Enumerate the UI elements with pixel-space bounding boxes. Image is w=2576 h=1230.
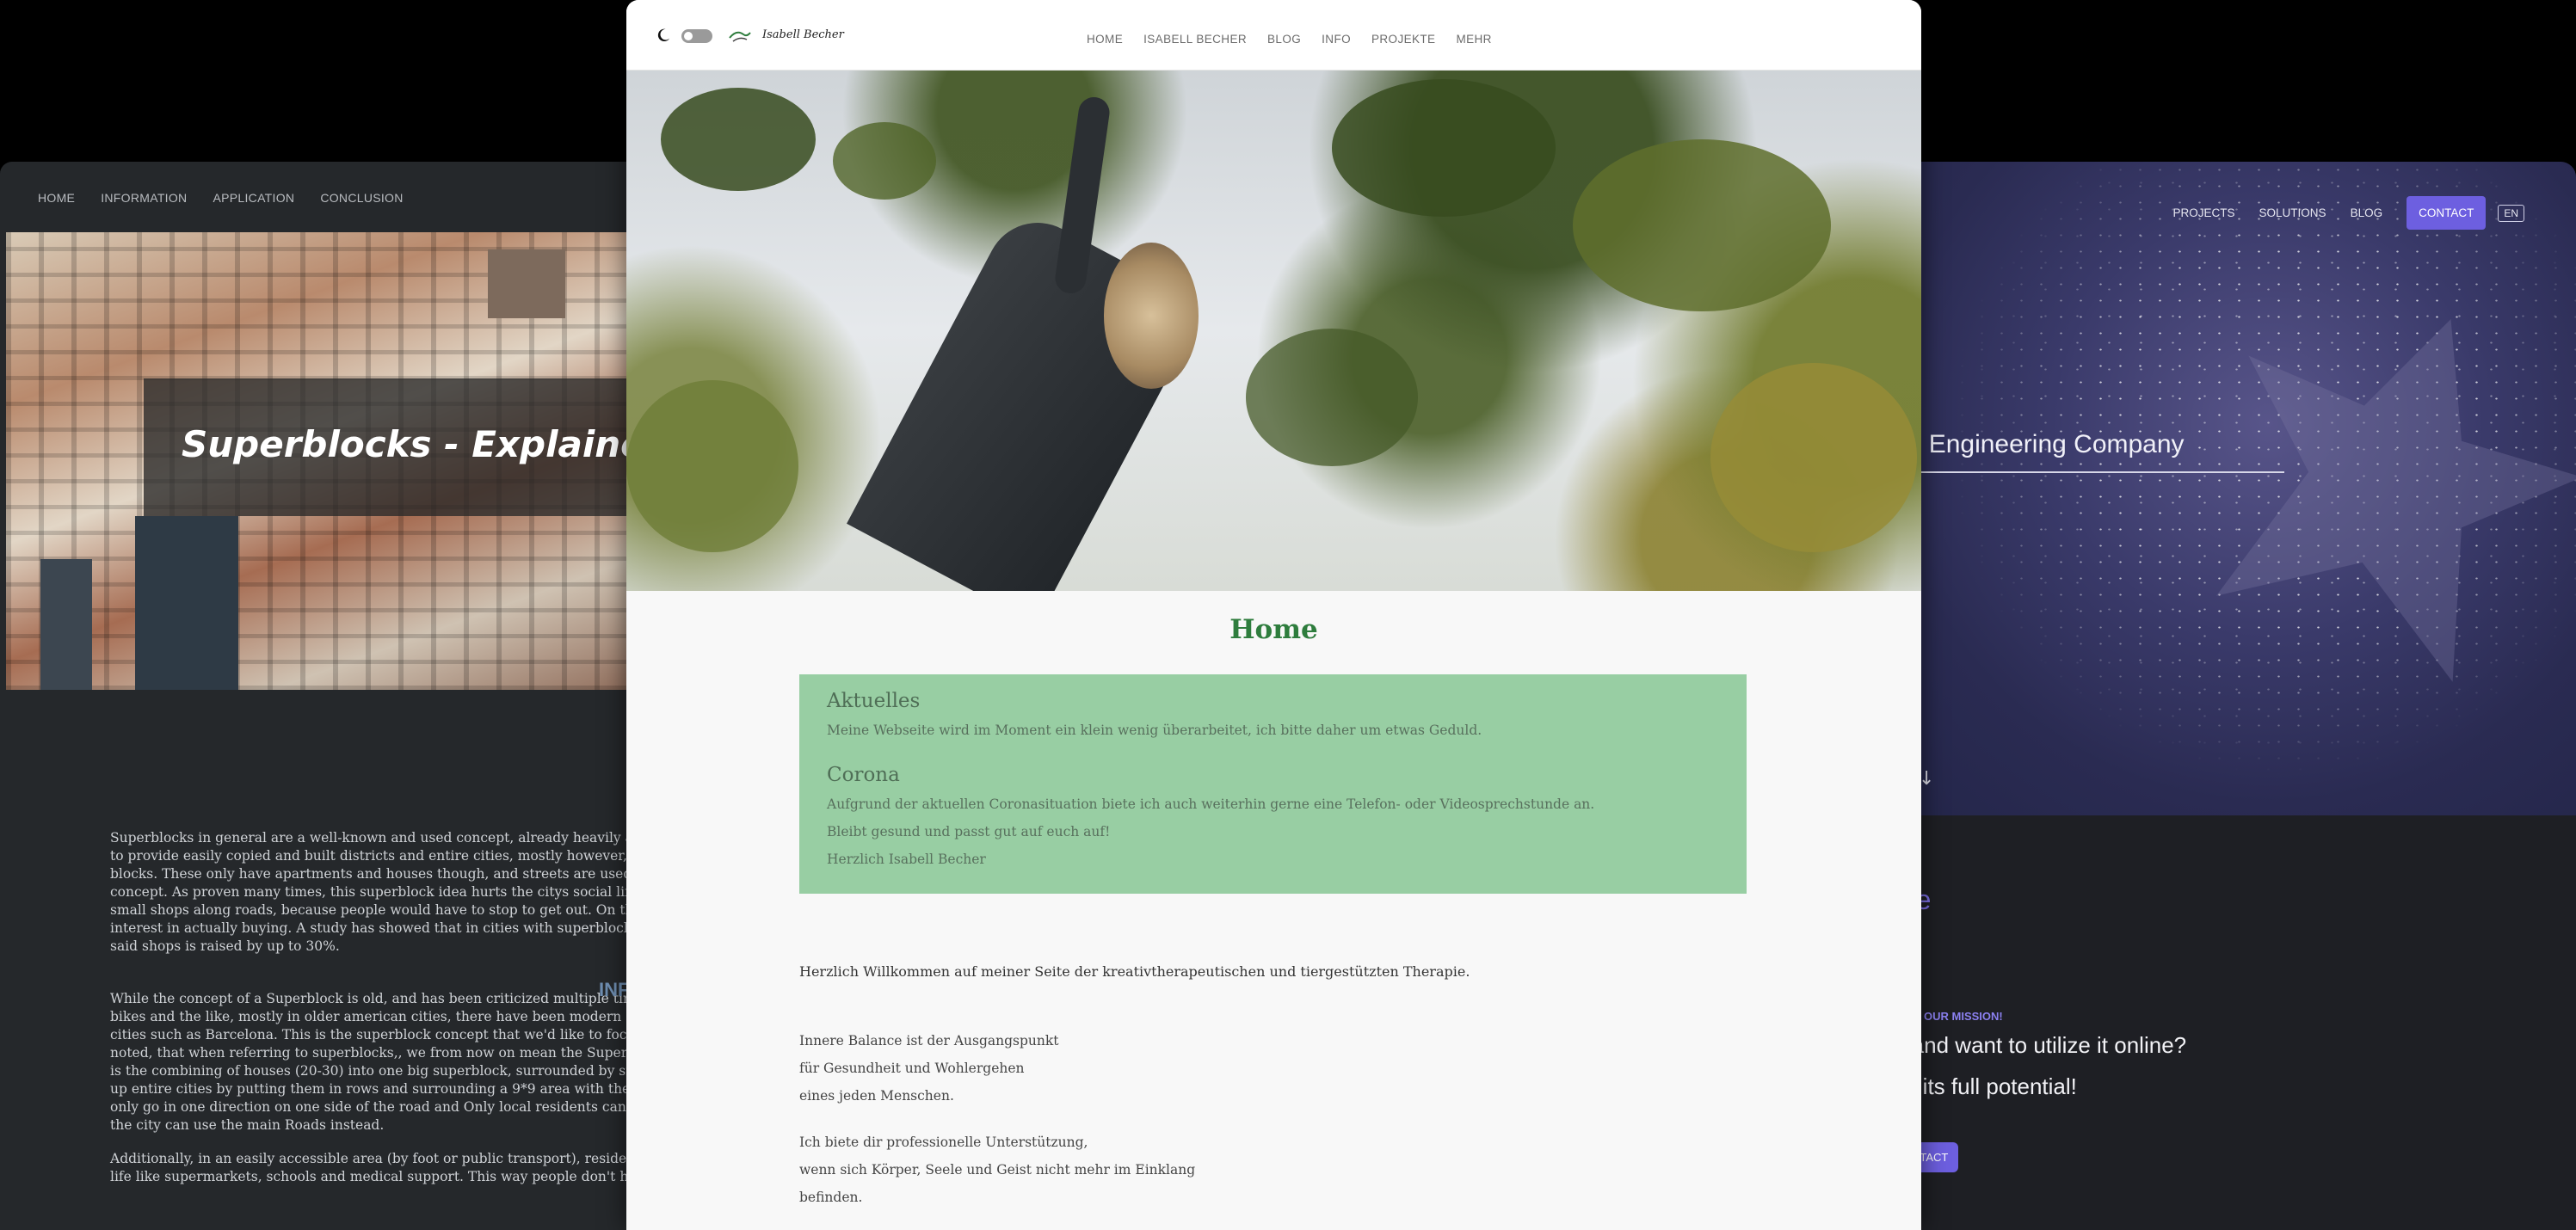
nav-info[interactable]: INFO xyxy=(1322,33,1351,46)
right-hero-title: eb Engineering Company xyxy=(1893,430,2185,458)
left-nav-information[interactable]: INFORMATION xyxy=(101,191,187,205)
left-nav: HOME INFORMATION APPLICATION CONCLUSION xyxy=(38,191,404,205)
dark-mode-toggle[interactable] xyxy=(681,29,712,43)
nav-isabell-becher[interactable]: ISABELL BECHER xyxy=(1143,33,1247,46)
left-paragraph: While the concept of a Superblock is old… xyxy=(110,991,654,1133)
left-paragraph: Additionally, in an easily accessible ar… xyxy=(110,1151,652,1184)
right-nav-projects[interactable]: PROJECTS xyxy=(2173,206,2235,219)
notice-heading-aktuelles: Aktuelles xyxy=(827,690,921,712)
center-website-card: Isabell Becher HOME ISABELL BECHER BLOG … xyxy=(626,0,1921,1230)
mission-line-1: a and want to utilize it online? xyxy=(1893,1032,2187,1058)
paragraph-line: wenn sich Körper, Seele und Geist nicht … xyxy=(799,1162,1196,1178)
hero-photo-tree xyxy=(626,71,1921,591)
left-website-card: HOME INFORMATION APPLICATION CONCLUSION … xyxy=(0,162,654,1230)
nav-home[interactable]: HOME xyxy=(1087,33,1123,46)
left-section-heading: INF xyxy=(599,979,630,1000)
moon-icon[interactable] xyxy=(656,28,671,43)
page-title: Home xyxy=(1229,614,1318,645)
left-nav-conclusion[interactable]: CONCLUSION xyxy=(320,191,403,205)
right-hero: PROJECTS SOLUTIONS BLOG CONTACT EN eb En… xyxy=(1893,162,2576,815)
intro-paragraph-1: Innere Balance ist der Ausgangspunkt für… xyxy=(799,1027,1059,1110)
site-logo[interactable]: Isabell Becher xyxy=(728,24,844,45)
notice-text: Meine Webseite wird im Moment ein klein … xyxy=(827,723,1482,738)
left-nav-application[interactable]: APPLICATION xyxy=(213,191,294,205)
logo-bird-icon xyxy=(729,31,751,42)
contact-button[interactable]: CONTACT xyxy=(2407,196,2487,230)
notice-text: Herzlich Isabell Becher xyxy=(827,852,986,867)
paragraph-line: befinden. xyxy=(799,1190,863,1205)
right-hero-underline xyxy=(1893,471,2284,473)
person-hair xyxy=(1104,243,1199,389)
language-button[interactable]: EN xyxy=(2498,204,2524,222)
screenshot-stage: HOME INFORMATION APPLICATION CONCLUSION … xyxy=(0,0,2576,1230)
notice-text: Aufgrund der aktuellen Coronasituation b… xyxy=(827,796,1595,812)
right-nav-solutions[interactable]: SOLUTIONS xyxy=(2259,206,2326,219)
nav-mehr[interactable]: MEHR xyxy=(1456,33,1491,46)
right-website-card: PROJECTS SOLUTIONS BLOG CONTACT EN eb En… xyxy=(1893,162,2576,1230)
right-nav-blog[interactable]: BLOG xyxy=(2351,206,2383,219)
left-hero-title: Superblocks - Explained xyxy=(182,423,654,465)
right-nav: PROJECTS SOLUTIONS BLOG CONTACT EN xyxy=(2173,196,2524,230)
nav-projekte[interactable]: PROJEKTE xyxy=(1371,33,1435,46)
main-nav: HOME ISABELL BECHER BLOG INFO PROJEKTE M… xyxy=(1087,33,1492,46)
nav-blog[interactable]: BLOG xyxy=(1267,33,1301,46)
logo-text: Isabell Becher xyxy=(762,28,844,41)
intro-paragraph-2: Ich biete dir professionelle Unterstützu… xyxy=(799,1129,1195,1211)
mission-label: OUR MISSION! xyxy=(1924,1010,2003,1023)
left-nav-home[interactable]: HOME xyxy=(38,191,75,205)
paragraph-line: eines jeden Menschen. xyxy=(799,1088,954,1104)
left-hero-image: Superblocks - Explained xyxy=(6,232,654,690)
paragraph-line: Ich biete dir professionelle Unterstützu… xyxy=(799,1135,1088,1150)
notice-box: Aktuelles Meine Webseite wird im Moment … xyxy=(799,674,1747,894)
left-body-text: Superblocks in general are a well-known … xyxy=(110,829,654,1202)
site-header: Isabell Becher HOME ISABELL BECHER BLOG … xyxy=(626,0,1921,71)
left-paragraph: Superblocks in general are a well-known … xyxy=(110,830,654,954)
notice-text: Bleibt gesund und passt gut auf euch auf… xyxy=(827,824,1111,839)
welcome-text: Herzlich Willkommen auf meiner Seite der… xyxy=(799,963,1470,980)
notice-heading-corona: Corona xyxy=(827,764,900,786)
paragraph-line: für Gesundheit und Wohlergehen xyxy=(799,1061,1025,1076)
paragraph-line: Innere Balance ist der Ausgangspunkt xyxy=(799,1033,1059,1049)
